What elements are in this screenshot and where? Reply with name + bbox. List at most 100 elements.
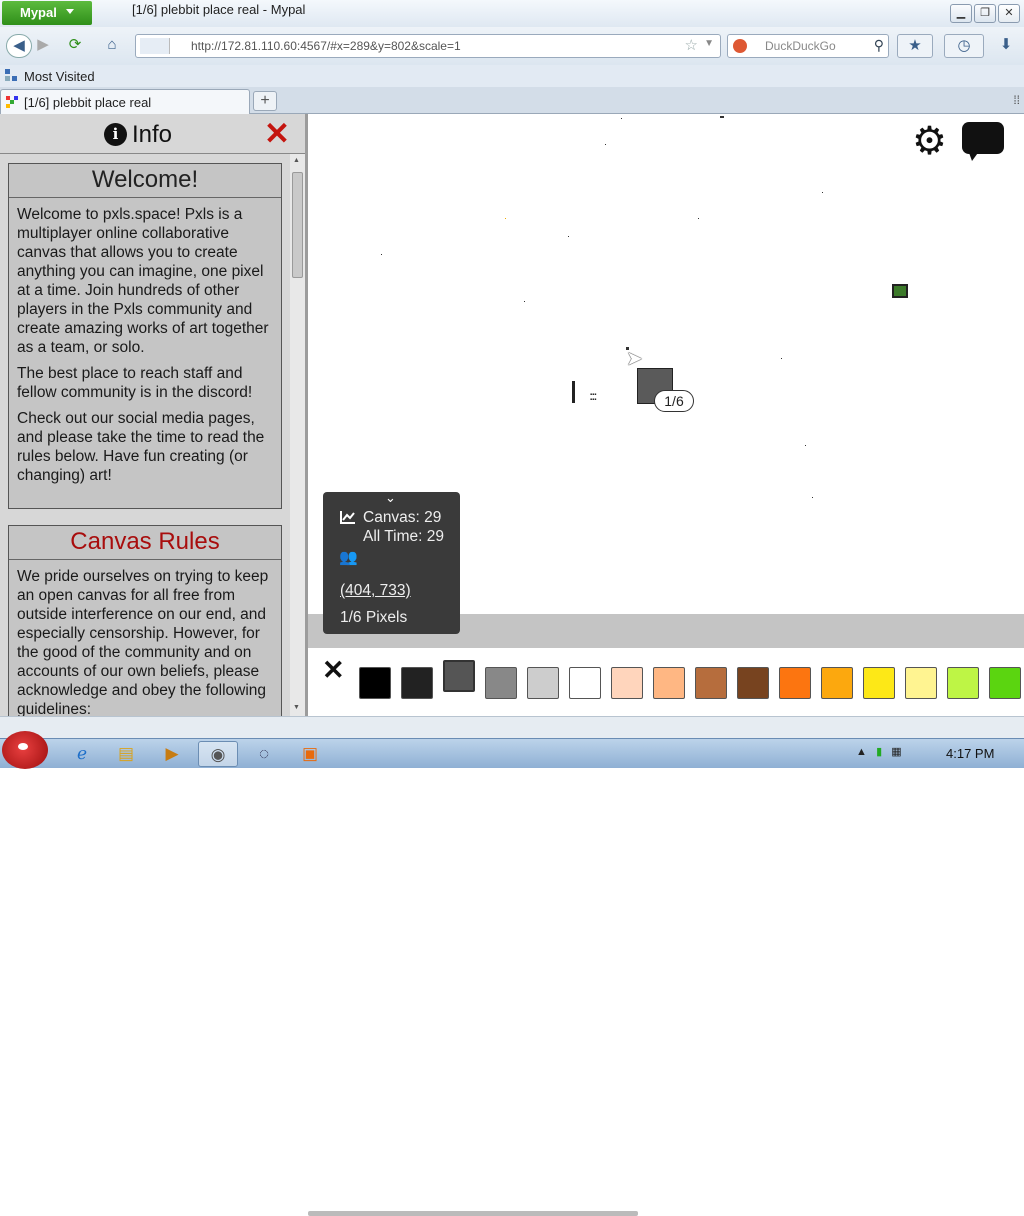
system-tray[interactable]: ▲ ▮ ▦: [856, 745, 902, 758]
home-icon: ⌂: [107, 36, 117, 53]
navigation-toolbar: ◀ ▶ ⟳ ⌂ http://172.81.110.60:4567/#x=289…: [0, 27, 1024, 65]
close-palette-icon[interactable]: ✕: [322, 655, 345, 686]
canvas-artwork: [892, 284, 908, 298]
url-bar[interactable]: http://172.81.110.60:4567/#x=289&y=802&s…: [135, 34, 721, 58]
status-bar: [0, 716, 1024, 738]
new-tab-button[interactable]: +: [253, 91, 277, 111]
canvas-pixel: [812, 497, 813, 498]
window-title: [1/6] plebbit place real - Mypal: [132, 2, 306, 17]
app-menu-label: Mypal: [20, 5, 57, 20]
media-player-taskbar-icon[interactable]: ▶: [152, 741, 192, 767]
palette-swatch[interactable]: [695, 667, 727, 699]
network-icon[interactable]: ▦: [891, 746, 901, 758]
palette-swatch[interactable]: [653, 667, 685, 699]
minimize-button[interactable]: ▁: [950, 4, 972, 23]
star-icon[interactable]: ☆: [685, 36, 698, 54]
tray-expand-icon[interactable]: ▲: [856, 746, 867, 758]
chevron-down-icon[interactable]: ⌄: [385, 490, 396, 506]
chart-icon: [340, 511, 355, 524]
palette-swatch[interactable]: [485, 667, 517, 699]
search-engine-icon[interactable]: [733, 39, 747, 53]
most-visited-icon: [5, 69, 17, 81]
home-button[interactable]: ⌂: [99, 34, 125, 58]
bookmarks-menu-button[interactable]: ★: [897, 34, 933, 58]
window-titlebar: Mypal [1/6] plebbit place real - Mypal ▁…: [0, 0, 1024, 27]
chat-bubble-icon[interactable]: [962, 122, 1004, 161]
palette-swatch[interactable]: [737, 667, 769, 699]
welcome-heading: Welcome!: [9, 164, 281, 198]
palette-swatch[interactable]: [989, 667, 1021, 699]
canvas-pixel: [505, 218, 506, 219]
info-icon: i: [104, 123, 127, 146]
app-taskbar-icon[interactable]: ▣: [290, 741, 330, 767]
horizontal-scrollbar[interactable]: [308, 1211, 638, 1216]
palette-swatch[interactable]: [443, 660, 475, 692]
scroll-down-icon[interactable]: ▼: [293, 704, 300, 711]
mouse-pointer-icon: ➤: [626, 348, 643, 370]
canvas-pixel: [381, 254, 382, 255]
stats-panel: ⌄ Canvas: 29 All Time: 29 👥 (404, 733) 1…: [323, 490, 460, 634]
taskbar: ℯ ▤ ▶ ◉ ◌ ▣ ▲ ▮ ▦ 4:17 PM: [0, 731, 1024, 769]
alltime-count: All Time: 29: [363, 528, 444, 545]
tab-list-icon[interactable]: ⁞⁞: [1013, 93, 1020, 107]
forward-arrow-icon: ▶: [37, 36, 49, 53]
browser-taskbar-icon[interactable]: ◉: [198, 741, 238, 767]
canvas-pixel: [524, 301, 525, 302]
bookmark-star-icon: ★: [908, 37, 922, 54]
pixel-count: 1/6 Pixels: [340, 609, 408, 626]
palette-swatch[interactable]: [359, 667, 391, 699]
info-panel-title: Info: [132, 121, 173, 148]
palette-swatch[interactable]: [821, 667, 853, 699]
palette-swatch[interactable]: [569, 667, 601, 699]
clock[interactable]: 4:17 PM: [946, 746, 994, 761]
most-visited-link[interactable]: Most Visited: [24, 69, 95, 84]
start-button[interactable]: [2, 731, 48, 769]
downloads-button[interactable]: ⬇: [993, 34, 1019, 58]
canvas-pixel: [568, 236, 569, 237]
url-text[interactable]: http://172.81.110.60:4567/#x=289&y=802&s…: [191, 39, 461, 53]
chevron-down-icon[interactable]: ▼: [704, 38, 714, 49]
pixel-canvas[interactable]: ▪▪▪ ▪▪▪ ⚙ ➤ 1/6 ✕ ⌄ Canvas: 29 All Time: …: [308, 114, 1024, 1216]
info-panel-header: i Info ✕: [0, 114, 305, 154]
canvas-pixel: [805, 445, 806, 446]
canvas-pixel: [720, 116, 724, 118]
info-panel-content[interactable]: Welcome! Welcome to pxls.space! Pxls is …: [0, 154, 290, 716]
reload-button[interactable]: ⟳: [62, 34, 88, 58]
palette-swatch[interactable]: [527, 667, 559, 699]
settings-gear-icon[interactable]: ⚙: [912, 122, 947, 162]
scroll-up-icon[interactable]: ▲: [293, 157, 300, 164]
info-panel-scrollbar[interactable]: ▲ ▼: [290, 154, 305, 716]
palette-swatch[interactable]: [611, 667, 643, 699]
canvas-artwork-small: ▪▪▪ ▪▪▪: [590, 392, 597, 403]
canvas-count: Canvas: 29: [363, 509, 442, 526]
history-button[interactable]: ◷: [944, 34, 984, 58]
scrollbar-thumb[interactable]: [292, 172, 303, 278]
palette-swatch[interactable]: [947, 667, 979, 699]
forward-button[interactable]: ▶: [34, 34, 52, 58]
search-input[interactable]: DuckDuckGo ⚲: [727, 34, 889, 58]
tab-plebbit-place[interactable]: [1/6] plebbit place real: [0, 89, 250, 114]
app-menu-button[interactable]: Mypal: [2, 1, 92, 25]
chat-taskbar-icon[interactable]: ◌: [244, 741, 284, 767]
site-identity-icon[interactable]: [140, 38, 170, 54]
palette-swatch[interactable]: [779, 667, 811, 699]
close-icon[interactable]: ✕: [264, 116, 290, 152]
explorer-taskbar-icon[interactable]: ▤: [106, 741, 146, 767]
coordinates-link[interactable]: (404, 733): [340, 582, 411, 600]
start-logo-icon: [18, 743, 28, 750]
reload-icon: ⟳: [68, 36, 82, 53]
maximize-button[interactable]: ❐: [974, 4, 996, 23]
canvas-artwork: [572, 381, 575, 403]
battery-icon[interactable]: ▮: [876, 746, 882, 758]
palette-swatch[interactable]: [905, 667, 937, 699]
welcome-card: Welcome! Welcome to pxls.space! Pxls is …: [8, 163, 282, 509]
welcome-paragraph: The best place to reach staff and fellow…: [17, 365, 253, 401]
palette-swatch[interactable]: [401, 667, 433, 699]
page-content: i Info ✕ Welcome! Welcome to pxls.space!…: [0, 114, 1024, 1216]
search-icon[interactable]: ⚲: [874, 37, 884, 54]
ie-taskbar-icon[interactable]: ℯ: [62, 741, 102, 767]
palette-swatch[interactable]: [863, 667, 895, 699]
search-placeholder[interactable]: DuckDuckGo: [765, 39, 836, 53]
close-window-button[interactable]: ✕: [998, 4, 1020, 23]
back-button[interactable]: ◀: [6, 34, 32, 58]
